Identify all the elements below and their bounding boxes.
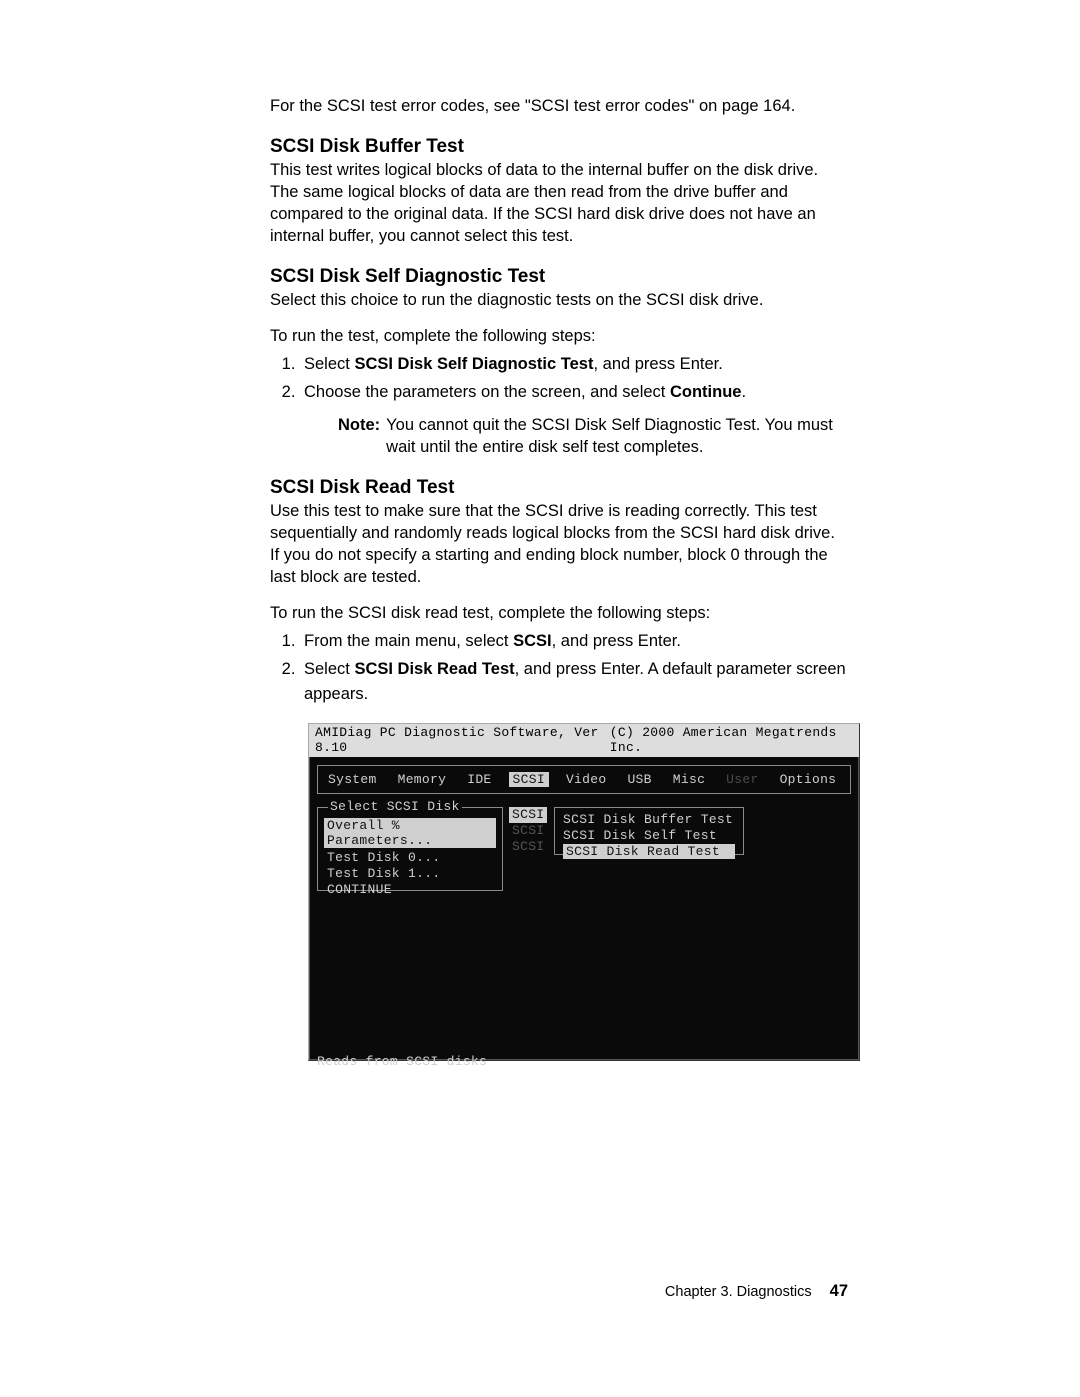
panel-left-row1: Test Disk 1... [324, 866, 496, 882]
menu-ide: IDE [467, 772, 491, 787]
menu-user: User [726, 772, 758, 787]
menu-misc: Misc [673, 772, 705, 787]
section3-title: SCSI Disk Read Test [270, 477, 848, 499]
menu-scsi: SCSI [509, 772, 549, 787]
status-line: Reads from SCSI disks [317, 1054, 487, 1069]
section2-body2: To run the test, complete the following … [270, 326, 848, 348]
menu-options: Options [780, 772, 837, 787]
menu-memory: Memory [398, 772, 447, 787]
terminal-figure: AMIDiag PC Diagnostic Software, Ver 8.10… [308, 723, 860, 1061]
section2-steps: Select SCSI Disk Self Diagnostic Test, a… [270, 352, 848, 459]
section3-steps: From the main menu, select SCSI, and pre… [270, 629, 848, 707]
menu-system: System [328, 772, 377, 787]
intro-paragraph: For the SCSI test error codes, see "SCSI… [270, 96, 848, 118]
menu-video: Video [566, 772, 607, 787]
section3-body2: To run the SCSI disk read test, complete… [270, 603, 848, 625]
panel-left: Select SCSI Disk Overall % Parameters...… [317, 807, 503, 891]
terminal-title: AMIDiag PC Diagnostic Software, Ver 8.10 [315, 725, 610, 755]
note-block: Note: You cannot quit the SCSI Disk Self… [338, 415, 848, 459]
panel-right-row1: SCSI Disk Self Test [563, 828, 735, 844]
note-body: You cannot quit the SCSI Disk Self Diagn… [386, 415, 848, 459]
panel-left-title: Select SCSI Disk [328, 799, 462, 814]
note-label: Note: [338, 415, 380, 459]
section2-body1: Select this choice to run the diagnostic… [270, 290, 848, 312]
panel-right: SCSI Disk Buffer Test SCSI Disk Self Tes… [554, 807, 744, 855]
section2-title: SCSI Disk Self Diagnostic Test [270, 266, 848, 288]
panel-left-row0: Test Disk 0... [324, 850, 496, 866]
section3-step1: From the main menu, select SCSI, and pre… [300, 629, 848, 654]
tag0: SCSI [509, 807, 547, 823]
panel-left-highlight: Overall % Parameters... [324, 818, 496, 848]
panel-right-row0: SCSI Disk Buffer Test [563, 812, 735, 828]
section2-step1: Select SCSI Disk Self Diagnostic Test, a… [300, 352, 848, 377]
menu-usb: USB [627, 772, 651, 787]
tag-column: SCSI SCSI SCSI [509, 807, 547, 856]
section2-step2: Choose the parameters on the screen, and… [300, 380, 848, 459]
panel-left-row2: CONTINUE [324, 882, 496, 898]
tag1: SCSI [509, 823, 547, 839]
section1-title: SCSI Disk Buffer Test [270, 136, 848, 158]
footer-chapter: Chapter 3. Diagnostics [665, 1284, 812, 1300]
section3-step2: Select SCSI Disk Read Test, and press En… [300, 657, 848, 707]
footer-page-number: 47 [830, 1282, 848, 1300]
page-footer: Chapter 3. Diagnostics 47 [665, 1282, 848, 1301]
section3-body1: Use this test to make sure that the SCSI… [270, 501, 848, 589]
terminal-copyright: (C) 2000 American Megatrends Inc. [610, 725, 853, 755]
tag2: SCSI [509, 839, 547, 855]
section1-body: This test writes logical blocks of data … [270, 160, 848, 248]
menu-bar: System Memory IDE SCSI Video USB Misc Us… [317, 765, 851, 794]
panel-right-highlight: SCSI Disk Read Test [563, 844, 735, 859]
